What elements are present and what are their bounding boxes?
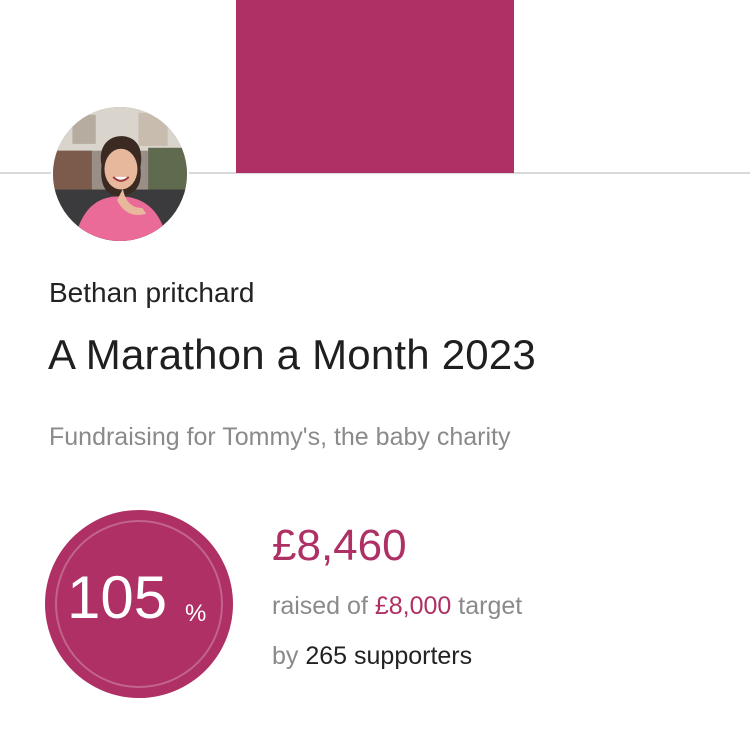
progress-circle: 105 % — [45, 510, 233, 698]
avatar — [51, 105, 189, 243]
avatar-photo — [53, 107, 187, 241]
supporters-count: 265 supporters — [305, 642, 473, 670]
target-line: raised of £8,000 target — [272, 594, 522, 619]
supporters-prefix: by — [272, 642, 299, 670]
target-amount: £8,000 — [374, 592, 452, 620]
cover-banner — [236, 0, 514, 173]
fundraiser-name: Bethan pritchard — [49, 277, 255, 308]
target-suffix: target — [458, 592, 523, 620]
raised-amount: £8,460 — [272, 521, 407, 570]
charity-description: Fundraising for Tommy's, the baby charit… — [49, 423, 511, 451]
target-prefix: raised of — [272, 592, 368, 620]
page-title: A Marathon a Month 2023 — [48, 331, 536, 378]
supporters-line: by 265 supporters — [272, 644, 472, 669]
percent-sign: % — [185, 600, 207, 627]
progress-percent: 105 — [67, 564, 168, 631]
